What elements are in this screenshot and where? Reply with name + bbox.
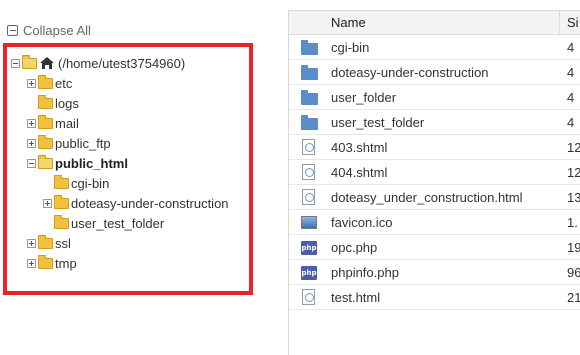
file-name: 404.shtml: [331, 165, 388, 180]
column-header-name[interactable]: Name: [331, 15, 366, 30]
tree-node-label: public_html: [55, 155, 128, 171]
tree-node-tmp[interactable]: tmp: [27, 254, 77, 272]
home-icon: [39, 56, 55, 70]
file-row[interactable]: doteasy-under-construction 4: [289, 60, 580, 85]
file-size: 1.: [567, 215, 578, 230]
file-size: 4: [567, 65, 575, 80]
expand-icon[interactable]: [27, 258, 36, 268]
folder-tree-highlight: (/home/utest3754960) etc logs mail publi…: [3, 43, 253, 295]
file-size: 21: [567, 290, 580, 305]
file-size: 4: [567, 90, 575, 105]
file-row[interactable]: 403.shtml 12: [289, 135, 580, 160]
file-name: cgi-bin: [331, 40, 370, 55]
folder-icon: [38, 94, 53, 109]
file-name: user_folder: [331, 90, 397, 105]
tree-node-logs[interactable]: logs: [27, 94, 79, 112]
expand-icon[interactable]: [43, 198, 52, 208]
collapse-toggle-icon[interactable]: [27, 158, 36, 168]
folder-icon: [38, 74, 53, 89]
tree-node-label: ssl: [55, 235, 71, 251]
file-row[interactable]: doteasy_under_construction.html 13: [289, 185, 580, 210]
tree-node-user-test-folder[interactable]: user_test_folder: [43, 214, 164, 232]
php-file-icon: php: [301, 241, 317, 255]
file-row[interactable]: user_folder 4: [289, 85, 580, 110]
html-file-icon: [302, 139, 315, 155]
folder-open-icon: [22, 54, 37, 69]
column-header-size[interactable]: Si: [567, 15, 579, 30]
expand-icon[interactable]: [27, 118, 36, 128]
html-file-icon: [302, 164, 315, 180]
file-row[interactable]: user_test_folder 4: [289, 110, 580, 135]
tree-node-label: doteasy-under-construction: [71, 195, 229, 211]
tree-node-label: user_test_folder: [71, 215, 165, 231]
tree-node-label: cgi-bin: [71, 175, 110, 191]
tree-node-public-ftp[interactable]: public_ftp: [27, 134, 111, 152]
file-name: doteasy_under_construction.html: [331, 190, 523, 205]
file-row[interactable]: 404.shtml 12: [289, 160, 580, 185]
tree-node-label: (/home/utest3754960): [58, 55, 186, 71]
tree-node-etc[interactable]: etc: [27, 74, 72, 92]
folder-icon: [301, 65, 318, 80]
folder-tree: (/home/utest3754960) etc logs mail publi…: [7, 47, 249, 291]
folder-icon: [38, 134, 53, 149]
tree-node-ssl[interactable]: ssl: [27, 234, 71, 252]
php-file-icon: php: [301, 266, 317, 280]
expand-icon[interactable]: [27, 78, 36, 88]
file-list: Name Si cgi-bin 4 doteasy-under-construc…: [288, 10, 580, 355]
file-name: opc.php: [331, 240, 378, 255]
file-name: phpinfo.php: [331, 265, 399, 280]
file-size: 4: [567, 40, 575, 55]
folder-open-icon: [38, 154, 53, 169]
html-file-icon: [302, 189, 315, 205]
file-size: 19: [567, 240, 580, 255]
file-name: doteasy-under-construction: [331, 65, 489, 80]
tree-node-cgi-bin[interactable]: cgi-bin: [43, 174, 109, 192]
tree-node-label: logs: [55, 95, 79, 111]
tree-node-doteasy-under-construction[interactable]: doteasy-under-construction: [43, 194, 229, 212]
file-row[interactable]: favicon.ico 1.: [289, 210, 580, 235]
file-size: 96: [567, 265, 580, 280]
file-size: 12: [567, 165, 580, 180]
folder-icon: [38, 254, 53, 269]
file-size: 4: [567, 115, 575, 130]
folder-icon: [54, 174, 69, 189]
tree-node-label: mail: [55, 115, 79, 131]
collapse-toggle-icon[interactable]: [11, 58, 20, 68]
folder-icon: [301, 40, 318, 55]
file-name: favicon.ico: [331, 215, 393, 230]
file-name: test.html: [331, 290, 381, 305]
file-row[interactable]: test.html 21: [289, 285, 580, 310]
tree-node-label: etc: [55, 75, 73, 91]
collapse-all-button[interactable]: Collapse All: [7, 23, 91, 38]
folder-icon: [54, 194, 69, 209]
folder-icon: [38, 234, 53, 249]
file-name: 403.shtml: [331, 140, 388, 155]
tree-node-public-html[interactable]: public_html: [27, 154, 128, 172]
file-size: 12: [567, 140, 580, 155]
folder-icon: [54, 214, 69, 229]
collapse-all-label: Collapse All: [23, 23, 91, 38]
tree-node-mail[interactable]: mail: [27, 114, 79, 132]
file-row[interactable]: php opc.php 19: [289, 235, 580, 260]
folder-icon: [301, 115, 318, 130]
tree-node-label: tmp: [55, 255, 77, 271]
folder-icon: [38, 114, 53, 129]
html-file-icon: [302, 289, 315, 305]
folder-icon: [301, 90, 318, 105]
tree-node-label: public_ftp: [55, 135, 111, 151]
file-name: user_test_folder: [331, 115, 425, 130]
expand-icon[interactable]: [27, 238, 36, 248]
file-row[interactable]: php phpinfo.php 96: [289, 260, 580, 285]
file-row[interactable]: cgi-bin 4: [289, 35, 580, 60]
expand-icon[interactable]: [27, 138, 36, 148]
image-file-icon: [301, 216, 317, 229]
file-list-header: Name Si: [289, 11, 580, 35]
tree-node-root[interactable]: (/home/utest3754960): [11, 54, 185, 72]
file-size: 13: [567, 190, 580, 205]
collapse-icon: [7, 25, 18, 36]
